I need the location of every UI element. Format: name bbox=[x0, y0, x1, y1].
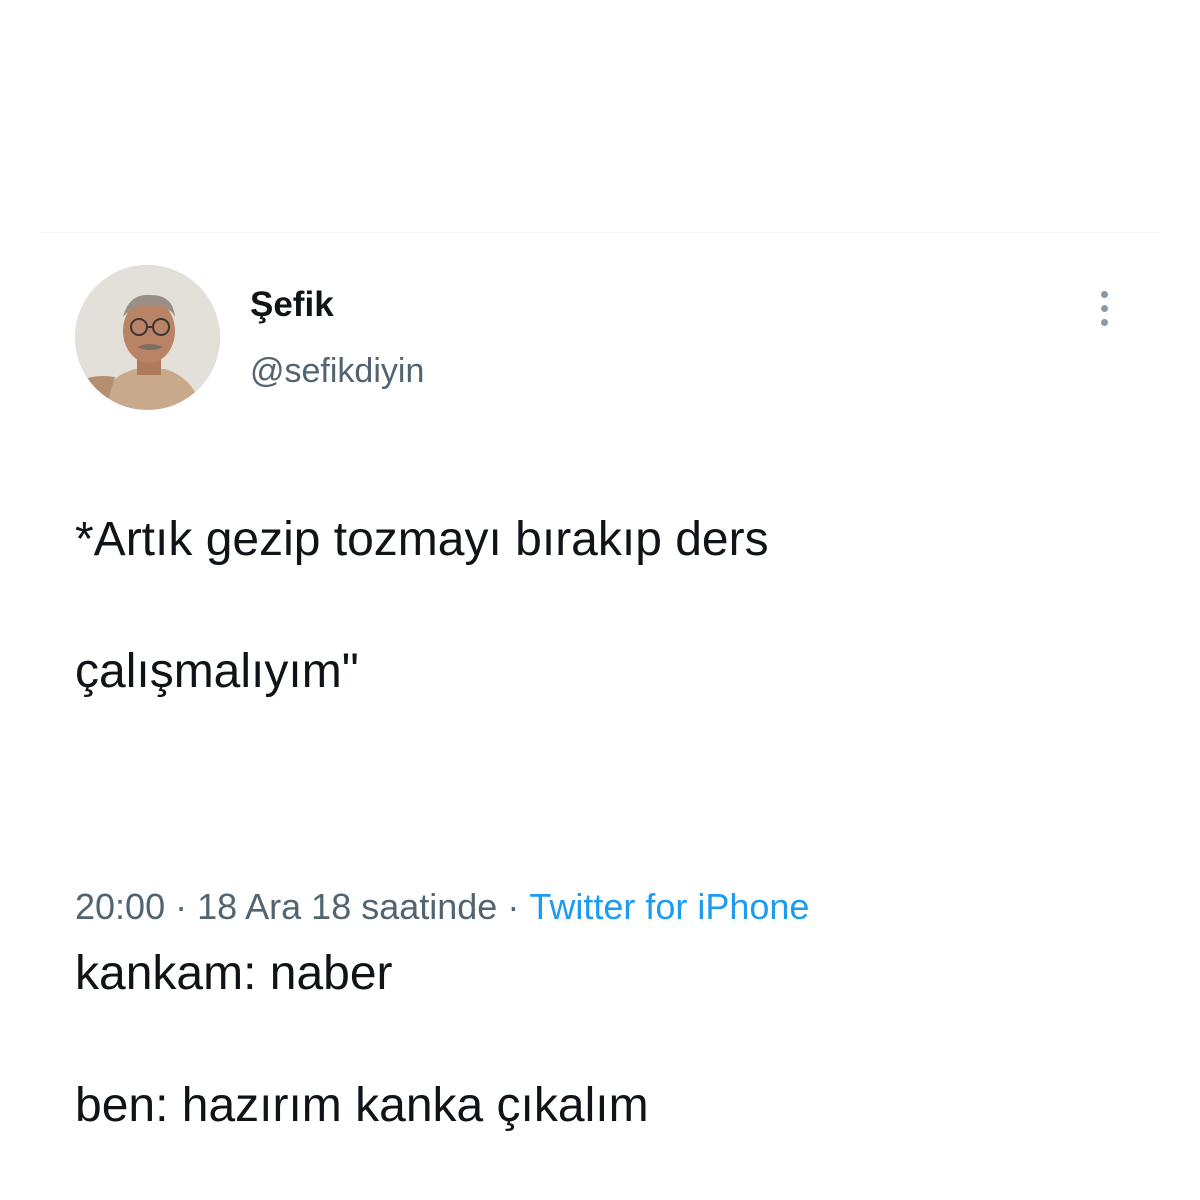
tweet-text-line: çalışmalıyım" bbox=[75, 645, 359, 698]
tweet-time[interactable]: 20:00 bbox=[75, 886, 165, 927]
tweet-date[interactable]: 18 Ara 18 saatinde bbox=[197, 886, 497, 927]
author-handle[interactable]: @sefikdiyin bbox=[250, 352, 424, 391]
avatar-photo bbox=[75, 265, 220, 410]
tweet-card: Şefik @sefikdiyin *Artık gezip tozmayı b… bbox=[60, 235, 1160, 1132]
tweet-text: *Artık gezip tozmayı bırakıp ders çalışm… bbox=[75, 441, 1125, 1200]
author-display-name[interactable]: Şefik bbox=[250, 285, 334, 325]
top-divider bbox=[40, 232, 1160, 233]
more-vertical-icon[interactable] bbox=[1090, 287, 1120, 331]
meta-separator: · bbox=[507, 886, 520, 927]
tweet-meta: 20:00 · 18 Ara 18 saatinde · Twitter for iPh… bbox=[75, 886, 809, 928]
avatar[interactable] bbox=[75, 265, 220, 410]
tweet-source-link[interactable]: Twitter for iPhone bbox=[529, 886, 809, 927]
tweet-text-line: ben: hazırım kanka çıkalım bbox=[75, 1079, 649, 1132]
tweet-text-line: kankam: naber bbox=[75, 947, 393, 1000]
tweet-text-line: *Artık gezip tozmayı bırakıp ders bbox=[75, 513, 769, 566]
meta-separator: · bbox=[175, 886, 188, 927]
